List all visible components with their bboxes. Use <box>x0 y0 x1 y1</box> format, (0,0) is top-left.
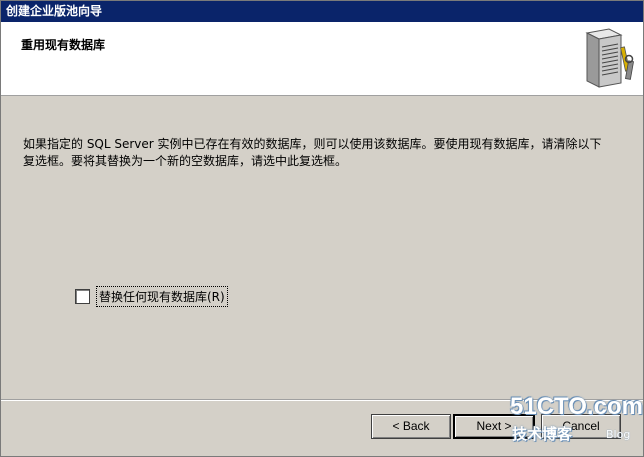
title-bar: 创建企业版池向导 <box>1 1 643 22</box>
description-text: 如果指定的 SQL Server 实例中已存在有效的数据库，则可以使用该数据库。… <box>23 137 602 168</box>
replace-database-label[interactable]: 替换任何现有数据库(R) <box>96 286 228 307</box>
back-button[interactable]: < Back <box>371 414 451 439</box>
window-title: 创建企业版池向导 <box>6 4 103 18</box>
server-with-tools-icon <box>585 28 634 88</box>
next-button[interactable]: Next > <box>453 414 535 439</box>
replace-database-checkbox[interactable] <box>75 289 90 304</box>
footer-separator <box>1 399 643 401</box>
replace-database-option[interactable]: 替换任何现有数据库(R) <box>75 286 228 307</box>
page-title: 重用现有数据库 <box>21 38 106 52</box>
wizard-header: 重用现有数据库 <box>1 22 643 96</box>
cancel-button[interactable]: Cancel <box>541 414 621 439</box>
wizard-window: 创建企业版池向导 重用现有数据库 如果指定的 SQL Server 实例中已存在… <box>0 0 644 457</box>
